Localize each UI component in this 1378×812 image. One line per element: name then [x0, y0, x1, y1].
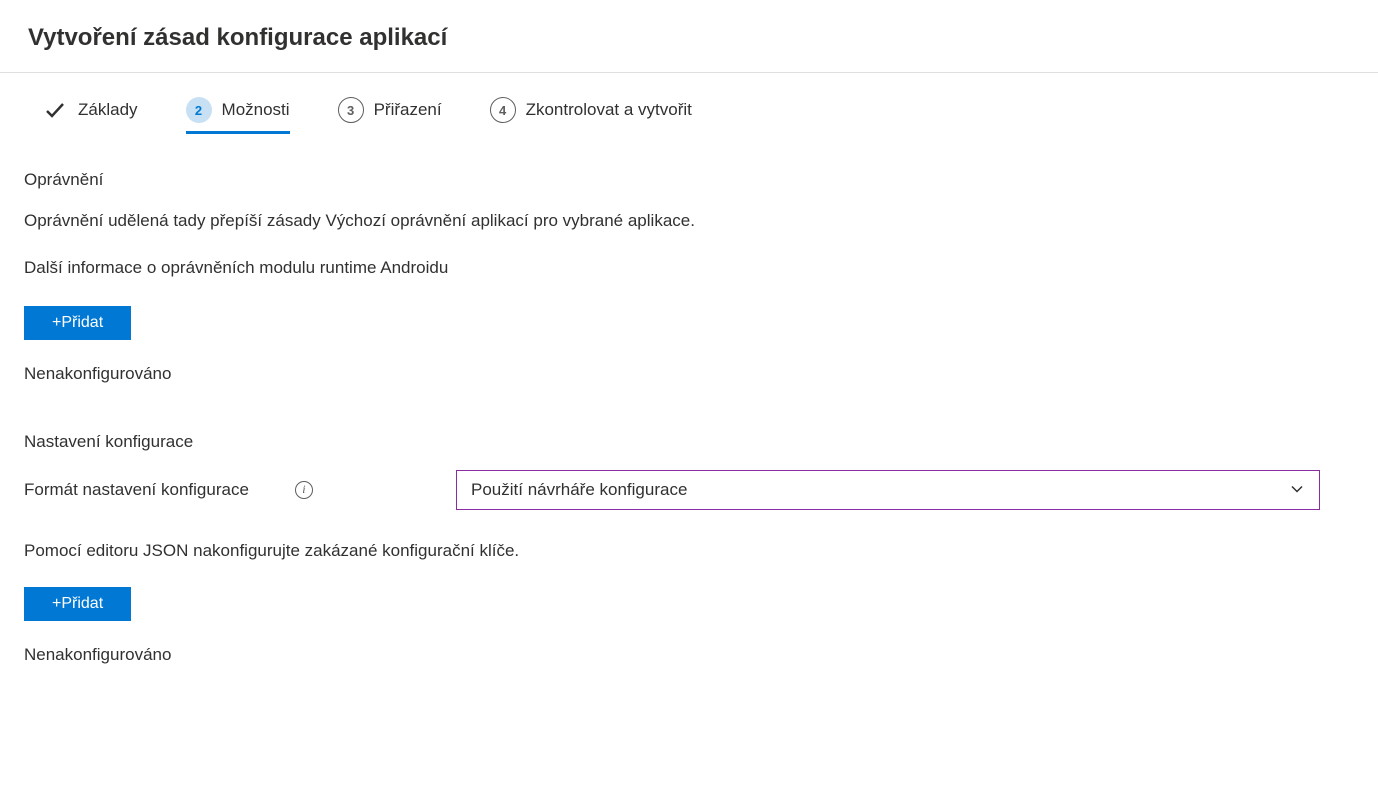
step-number-icon: 2 — [186, 97, 212, 123]
config-format-dropdown[interactable]: Použití návrháře konfigurace — [456, 470, 1320, 510]
page-title: Vytvoření zásad konfigurace aplikací — [28, 24, 1350, 52]
config-status: Nenakonfigurováno — [24, 645, 1354, 665]
step-basics[interactable]: Základy — [42, 97, 138, 134]
wizard-stepper: Základy 2 Možnosti 3 Přiřazení 4 Zkontro… — [24, 97, 1354, 134]
step-label: Základy — [78, 100, 138, 120]
step-label: Zkontrolovat a vytvořit — [526, 100, 692, 120]
info-icon[interactable]: i — [295, 481, 313, 499]
step-label: Možnosti — [222, 100, 290, 120]
step-options[interactable]: 2 Možnosti — [186, 97, 290, 134]
dropdown-value: Použití návrháře konfigurace — [471, 480, 687, 500]
chevron-down-icon — [1289, 480, 1305, 499]
config-settings-heading: Nastavení konfigurace — [24, 432, 1354, 452]
add-config-button[interactable]: +Přidat — [24, 587, 131, 621]
step-number-icon: 3 — [338, 97, 364, 123]
step-assignments[interactable]: 3 Přiřazení — [338, 97, 442, 134]
checkmark-icon — [42, 97, 68, 123]
step-label: Přiřazení — [374, 100, 442, 120]
permissions-heading: Oprávnění — [24, 170, 1354, 190]
permissions-description: Oprávnění udělená tady přepíší zásady Vý… — [24, 208, 1354, 234]
config-format-label: Formát nastavení konfigurace — [24, 480, 249, 500]
permissions-learn-more-link[interactable]: Další informace o oprávněních modulu run… — [24, 258, 1354, 278]
json-editor-description: Pomocí editoru JSON nakonfigurujte zakáz… — [24, 538, 1354, 564]
config-format-row: Formát nastavení konfigurace i Použití n… — [24, 470, 1354, 510]
step-number-icon: 4 — [490, 97, 516, 123]
permissions-status: Nenakonfigurováno — [24, 364, 1354, 384]
step-review-create[interactable]: 4 Zkontrolovat a vytvořit — [490, 97, 692, 134]
add-permission-button[interactable]: +Přidat — [24, 306, 131, 340]
